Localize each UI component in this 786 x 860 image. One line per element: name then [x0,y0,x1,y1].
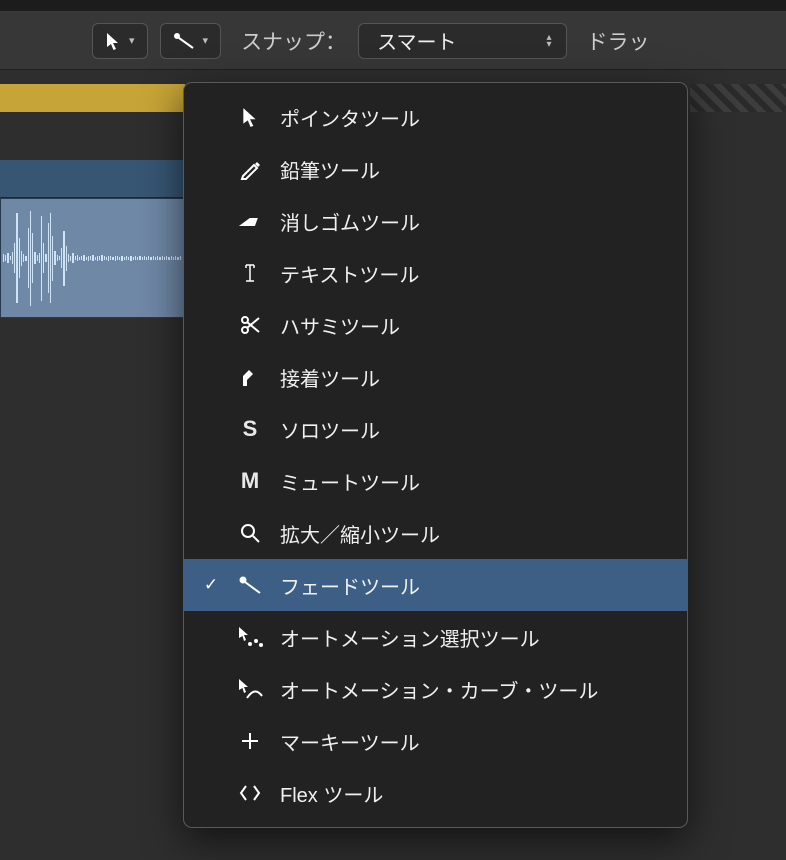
menu-item-label: オートメーション・カーブ・ツール [280,675,669,704]
tool-dropdown-menu: ポインタツール鉛筆ツール消しゴムツールテキストツールハサミツール接着ツール S ソロ… [183,82,688,828]
menu-item-fade[interactable]: ✓ フェードツール [184,559,687,611]
menu-item-pointer[interactable]: ポインタツール [184,91,687,143]
menu-item-auto-curve[interactable]: オートメーション・カーブ・ツール [184,663,687,715]
region-header[interactable] [0,160,184,198]
pointer-icon [236,103,264,131]
drag-label: ドラッ [587,26,650,56]
menu-item-label: Flex ツール [280,779,669,808]
snap-select[interactable]: スマート ▴▾ [358,23,566,59]
menu-item-label: テキストツール [280,259,669,288]
menu-item-mute[interactable]: M ミュートツール [184,455,687,507]
menu-item-solo[interactable]: S ソロツール [184,403,687,455]
menu-item-auto-select[interactable]: オートメーション選択ツール [184,611,687,663]
menu-item-text[interactable]: テキストツール [184,247,687,299]
menu-item-label: 拡大／縮小ツール [280,519,669,548]
text-icon [236,259,264,287]
menu-item-scissors[interactable]: ハサミツール [184,299,687,351]
snap-label: スナップ： [241,26,346,56]
auto-curve-icon [236,675,264,703]
pointer-icon [105,32,121,50]
chevron-down-icon: ▾ [129,34,135,47]
menu-item-glue[interactable]: 接着ツール [184,351,687,403]
menu-item-label: ポインタツール [280,103,669,132]
menu-item-zoom[interactable]: 拡大／縮小ツール [184,507,687,559]
glue-icon [236,363,264,391]
audio-region[interactable] [0,198,184,318]
end-hatch [690,84,786,112]
menu-item-label: 接着ツール [280,363,669,392]
eraser-icon [236,207,264,235]
menu-item-label: ハサミツール [280,311,669,340]
menu-item-eraser[interactable]: 消しゴムツール [184,195,687,247]
mute-icon: M [236,467,264,495]
editor-toolbar: ▾ ▾ スナップ： スマート ▴▾ ドラッ [0,12,786,70]
auto-select-icon [236,623,264,651]
checkmark-icon: ✓ [202,575,220,595]
menu-item-label: 消しゴムツール [280,207,669,236]
primary-tool-selector[interactable]: ▾ [92,23,148,59]
fade-icon [173,32,195,50]
menu-item-flex[interactable]: Flex ツール [184,767,687,819]
app-top-bar [0,0,786,12]
chevron-down-icon: ▾ [203,34,209,47]
fade-icon [236,571,264,599]
snap-value: スマート [377,26,456,55]
menu-item-label: フェードツール [280,571,669,600]
menu-item-marquee[interactable]: マーキーツール [184,715,687,767]
zoom-icon [236,519,264,547]
cycle-region[interactable] [0,84,185,112]
marquee-icon [236,727,264,755]
menu-item-label: 鉛筆ツール [280,155,669,184]
pencil-icon [236,155,264,183]
solo-icon: S [236,415,264,443]
stepper-icon: ▴▾ [546,34,551,48]
scissors-icon [236,311,264,339]
menu-item-pencil[interactable]: 鉛筆ツール [184,143,687,195]
menu-item-label: オートメーション選択ツール [280,623,669,652]
waveform [1,199,183,317]
menu-item-label: ソロツール [280,415,669,444]
menu-item-label: ミュートツール [280,467,669,496]
flex-icon [236,779,264,807]
menu-item-label: マーキーツール [280,727,669,756]
secondary-tool-selector[interactable]: ▾ [160,23,222,59]
